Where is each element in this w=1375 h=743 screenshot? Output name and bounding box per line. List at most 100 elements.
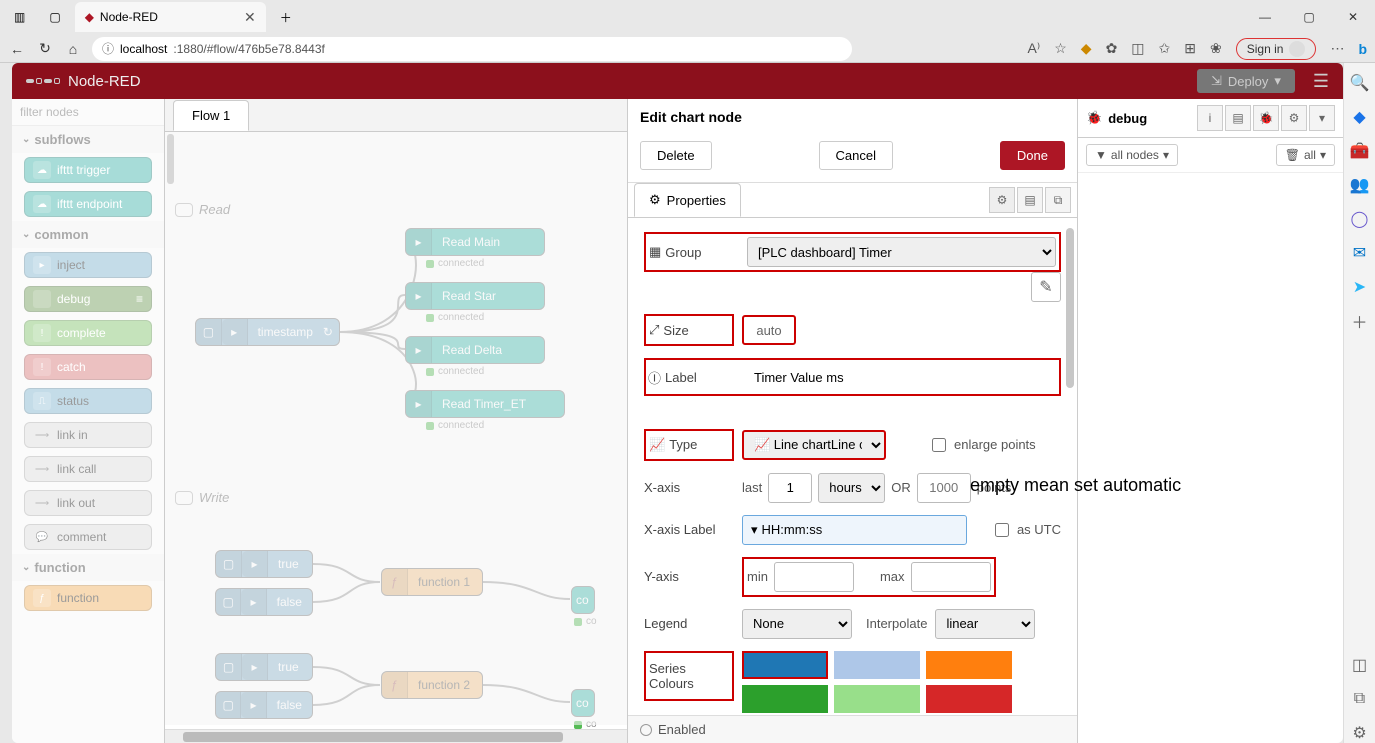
yaxis-max-input[interactable] [911, 562, 991, 592]
tab-group-icon[interactable]: ▥ [4, 2, 35, 32]
side-settings-icon[interactable]: ⚙ [1350, 723, 1370, 743]
debug-filter-nodes[interactable]: ▼all nodes▾ [1086, 144, 1178, 166]
label-input[interactable] [746, 362, 1057, 392]
window-minimize[interactable]: — [1243, 0, 1287, 34]
delete-button[interactable]: Delete [640, 141, 712, 170]
canvas-hscroll[interactable] [165, 729, 627, 743]
palette-node-catch[interactable]: !catch [24, 354, 152, 380]
legend-select[interactable]: None [742, 609, 852, 639]
swatch-1[interactable] [834, 651, 920, 679]
xaxis-points-input[interactable] [917, 473, 971, 503]
tab-icon[interactable]: ▢ [39, 2, 70, 32]
collections-icon[interactable]: ⊞ [1184, 40, 1196, 57]
palette-node-comment[interactable]: 💬comment [24, 524, 152, 550]
tab-close-icon[interactable]: ✕ [244, 9, 256, 26]
palette-category-function[interactable]: function [12, 554, 164, 581]
canvas-vscroll[interactable] [167, 134, 174, 184]
side-tools-icon[interactable]: 🧰 [1350, 141, 1370, 161]
swatch-2[interactable] [926, 651, 1012, 679]
type-select[interactable]: 📈 Line chartLine chart [742, 430, 886, 460]
size-button[interactable]: auto [742, 315, 796, 345]
side-send-icon[interactable]: ➤ [1350, 277, 1370, 297]
palette-category-subflows[interactable]: subflows [12, 126, 164, 153]
side-shop-icon[interactable]: ◆ [1350, 107, 1370, 127]
palette-node-link-out[interactable]: ⟶link out [24, 490, 152, 516]
utc-checkbox[interactable] [995, 523, 1009, 537]
debug-caret-icon[interactable]: ▾ [1309, 105, 1335, 131]
comment-write[interactable]: Write [175, 490, 229, 505]
interpolate-select[interactable]: linear [935, 609, 1035, 639]
tab-appearance-icon[interactable]: ⧉ [1045, 187, 1071, 213]
side-mail-icon[interactable]: ✉ [1350, 243, 1370, 263]
palette-node-link-in[interactable]: ⟶link in [24, 422, 152, 448]
site-info-icon[interactable]: ⓘ [102, 40, 114, 57]
back-button[interactable]: ← [8, 40, 26, 58]
debug-book-icon[interactable]: ▤ [1225, 105, 1251, 131]
side-search-icon[interactable]: 🔍 [1350, 73, 1370, 93]
node-function2[interactable]: ƒfunction 2 [381, 671, 483, 699]
debug-bug-icon[interactable]: 🐞 [1253, 105, 1279, 131]
palette-node-function[interactable]: ƒfunction [24, 585, 152, 611]
node-true1[interactable]: ▢▸true [215, 550, 313, 578]
debug-gear-icon[interactable]: ⚙ [1281, 105, 1307, 131]
swatch-4[interactable] [834, 685, 920, 713]
tab-settings-icon[interactable]: ⚙ [989, 187, 1015, 213]
side-panel-icon[interactable]: ◫ [1350, 655, 1370, 675]
cancel-button[interactable]: Cancel [819, 141, 893, 170]
deploy-button[interactable]: ⇲Deploy▾ [1197, 69, 1295, 93]
ext2-icon[interactable]: ❀ [1210, 40, 1222, 57]
edit-scrollbar[interactable] [1066, 228, 1074, 388]
node-out1[interactable]: coco [571, 586, 595, 614]
node-read-star[interactable]: ▸Read Starconnected [405, 282, 545, 310]
node-timestamp[interactable]: ▢▸timestamp↻ [195, 318, 340, 346]
enlarge-checkbox[interactable] [932, 438, 946, 452]
debug-clear[interactable]: 🗑all▾ [1276, 144, 1335, 166]
node-true2[interactable]: ▢▸true [215, 653, 313, 681]
swatch-5[interactable] [926, 685, 1012, 713]
node-function1[interactable]: ƒfunction 1 [381, 568, 483, 596]
xaxis-last-input[interactable] [768, 473, 812, 503]
done-button[interactable]: Done [1000, 141, 1065, 170]
comment-read[interactable]: Read [175, 202, 230, 217]
palette-node-complete[interactable]: !complete [24, 320, 152, 346]
enabled-toggle[interactable]: Enabled [628, 715, 1077, 743]
palette-filter[interactable] [12, 99, 164, 126]
window-close[interactable]: ✕ [1331, 0, 1375, 34]
bing-icon[interactable]: b [1358, 41, 1367, 57]
side-loop-icon[interactable]: ◯ [1350, 209, 1370, 229]
swatch-3[interactable] [742, 685, 828, 713]
node-read-delta[interactable]: ▸Read Deltaconnected [405, 336, 545, 364]
palette-node-debug[interactable]: debug≡ [24, 286, 152, 312]
xaxis-unit-select[interactable]: hours [818, 473, 885, 503]
address-bar[interactable]: ⓘ localhost:1880/#flow/476b5e78.8443f [92, 37, 852, 61]
split-icon[interactable]: ◫ [1131, 40, 1144, 57]
node-false1[interactable]: ▢▸false [215, 588, 313, 616]
swatch-0[interactable] [742, 651, 828, 679]
palette-node-inject[interactable]: ▸inject [24, 252, 152, 278]
read-aloud-icon[interactable]: A⁾ [1027, 40, 1040, 57]
node-false2[interactable]: ▢▸false [215, 691, 313, 719]
tab-book-icon[interactable]: ▤ [1017, 187, 1043, 213]
extension-icon[interactable]: ✿ [1106, 40, 1118, 57]
debug-info-icon[interactable]: i [1197, 105, 1223, 131]
main-menu-icon[interactable]: ☰ [1313, 71, 1329, 92]
edit-group-button[interactable]: ✎ [1031, 272, 1061, 302]
refresh-button[interactable]: ↻ [36, 40, 54, 58]
favorite-icon[interactable]: ☆ [1054, 40, 1067, 57]
window-maximize[interactable]: ▢ [1287, 0, 1331, 34]
yaxis-min-input[interactable] [774, 562, 854, 592]
xaxis-label-select[interactable]: ▾HH:mm:ss [742, 515, 967, 545]
node-read-main[interactable]: ▸Read Mainconnected [405, 228, 545, 256]
idm-icon[interactable]: ◆ [1081, 40, 1092, 57]
side-people-icon[interactable]: 👥 [1350, 175, 1370, 195]
palette-node-ifttt-endpoint[interactable]: ☁ifttt endpoint [24, 191, 152, 217]
browser-tab-active[interactable]: ◆ Node-RED ✕ [75, 2, 266, 32]
sign-in-button[interactable]: Sign in [1236, 38, 1317, 60]
group-select[interactable]: [PLC dashboard] Timer [747, 237, 1056, 267]
new-tab-button[interactable]: ＋ [270, 2, 302, 32]
workspace-tab[interactable]: Flow 1 [173, 100, 249, 131]
palette-node-link-call[interactable]: ⟶link call [24, 456, 152, 482]
node-read-timer[interactable]: ▸Read Timer_ETconnected [405, 390, 565, 418]
home-button[interactable]: ⌂ [64, 40, 82, 58]
side-link-icon[interactable]: ⧉ [1350, 689, 1370, 709]
